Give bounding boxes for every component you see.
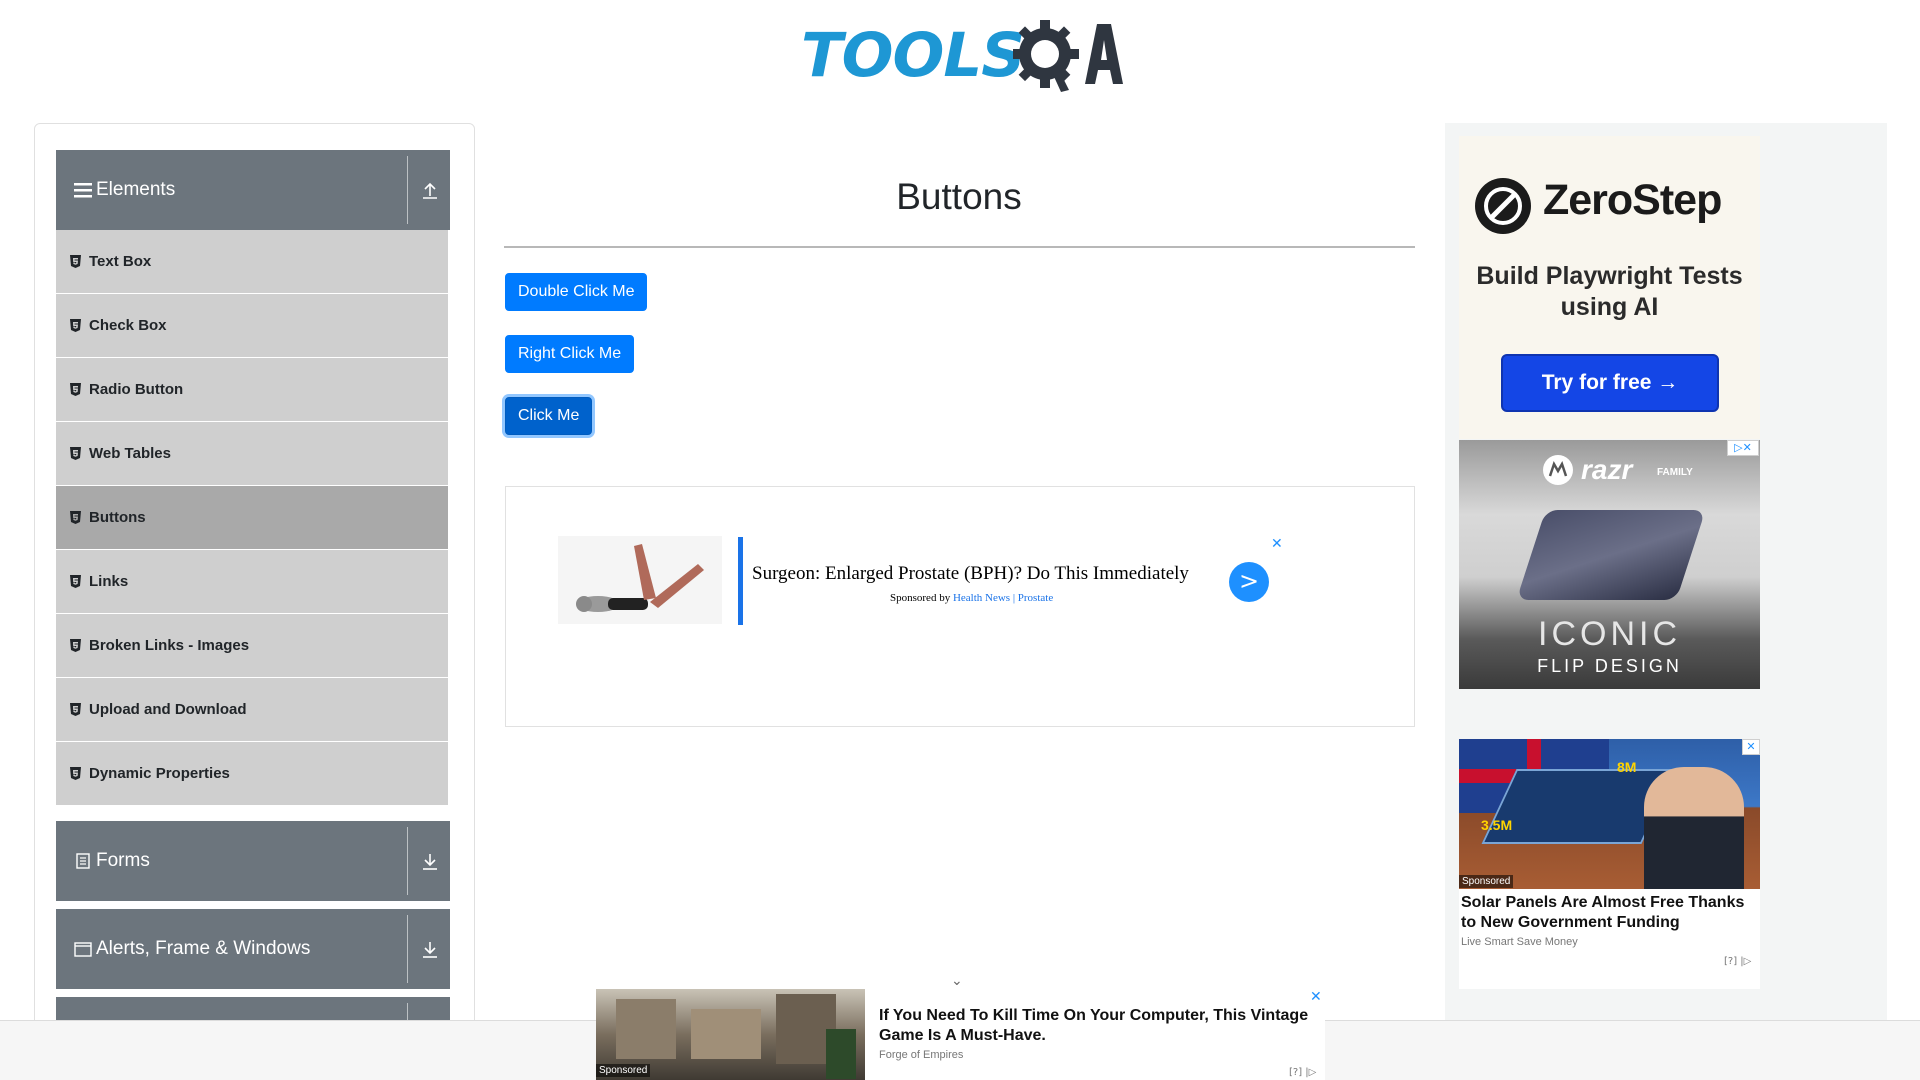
close-icon[interactable]: ✕ <box>1310 989 1322 1005</box>
sidebar-item-label: Dynamic Properties <box>89 765 230 782</box>
motorola-logo-icon <box>1543 455 1573 485</box>
html5-icon <box>70 319 81 332</box>
solar-headline[interactable]: Solar Panels Are Almost Free Thanks to N… <box>1461 893 1757 933</box>
right-click-button[interactable]: Right Click Me <box>505 335 635 373</box>
zerostep-brand: ZeroStep <box>1543 176 1722 224</box>
sidebar-item-upload-download[interactable]: Upload and Download <box>56 678 450 742</box>
toolsqa-logo[interactable]: TOOLS <box>801 14 1123 94</box>
ad-go-button[interactable]: > <box>1229 562 1269 602</box>
adchoices-icon[interactable]: ▷✕ <box>1727 440 1759 456</box>
collapse-up-icon[interactable] <box>421 180 439 200</box>
razr-ad[interactable]: razr FAMILY ICONIC FLIP DESIGN ▷✕ <box>1459 440 1760 689</box>
sidebar-item-label: Radio Button <box>89 381 184 398</box>
sidebar-item-label: Broken Links - Images <box>89 637 250 654</box>
sidebar-item-text-box[interactable]: Text Box <box>56 230 450 294</box>
zerostep-tagline: Build Playwright Tests using AI <box>1476 262 1743 321</box>
window-icon <box>74 942 92 957</box>
html5-icon <box>70 767 81 780</box>
bottom-ad-source: Forge of Empires <box>879 1049 964 1061</box>
sidebar-item-label: Upload and Download <box>89 701 247 718</box>
bottom-ad-headline[interactable]: If You Need To Kill Time On Your Compute… <box>879 1006 1319 1046</box>
zerostep-logo-icon <box>1475 178 1531 234</box>
group-label: Elements <box>96 179 176 200</box>
razr-family: FAMILY <box>1657 467 1693 478</box>
gear-icon <box>1013 20 1123 92</box>
razr-line-2: FLIP DESIGN <box>1537 656 1682 676</box>
sidebar-item-label: Links <box>89 573 129 590</box>
phone-image <box>1516 510 1706 600</box>
bottom-ad-image: Sponsored <box>596 989 865 1080</box>
left-sidebar: Elements Text Box Check Box Radio Button… <box>34 123 475 1080</box>
ad-sponsor-link[interactable]: Health News | Prostate <box>953 592 1053 604</box>
group-label: Alerts, Frame & Windows <box>96 938 311 959</box>
click-me-button[interactable]: Click Me <box>505 397 593 435</box>
try-for-free-button[interactable]: Try for free → <box>1501 354 1719 412</box>
expand-down-icon[interactable] <box>421 851 439 871</box>
speaker-image <box>1644 767 1744 889</box>
elements-menu-list: Text Box Check Box Radio Button Web Tabl… <box>56 230 450 806</box>
double-click-button[interactable]: Double Click Me <box>505 273 648 311</box>
sponsored-tag: Sponsored <box>596 1064 651 1077</box>
sidebar-item-broken-links[interactable]: Broken Links - Images <box>56 614 450 678</box>
solar-label-35m: 3.5M <box>1481 817 1513 833</box>
expand-down-icon[interactable] <box>421 939 439 959</box>
sidebar-item-web-tables[interactable]: Web Tables <box>56 422 450 486</box>
divider <box>407 915 408 983</box>
solar-label-8m: 8M <box>1617 759 1637 775</box>
adchoices-icon[interactable]: [?] |▷ <box>1724 956 1751 967</box>
title-divider <box>504 246 1415 248</box>
group-header-elements[interactable]: Elements <box>56 150 450 230</box>
site-header: TOOLS <box>0 0 1920 110</box>
adchoices-icon[interactable]: [?] |▷ <box>1289 1067 1316 1078</box>
solar-source: Live Smart Save Money <box>1461 936 1578 948</box>
divider <box>407 156 408 224</box>
chevron-down-icon[interactable]: ⌄ <box>951 973 963 989</box>
html5-icon <box>70 447 81 460</box>
html5-icon <box>70 575 81 588</box>
sidebar-item-label: Web Tables <box>89 445 171 462</box>
html5-icon <box>70 255 81 268</box>
logo-text: TOOLS <box>801 20 1025 91</box>
ad-headline[interactable]: Surgeon: Enlarged Prostate (BPH)? Do Thi… <box>752 563 1189 585</box>
ad-close-icon[interactable]: ✕ <box>1271 536 1283 552</box>
sidebar-item-dynamic-properties[interactable]: Dynamic Properties <box>56 742 450 806</box>
form-icon <box>76 853 90 869</box>
sidebar-item-label: Text Box <box>89 253 152 270</box>
razr-line-1: ICONIC <box>1538 615 1681 653</box>
group-header-alerts[interactable]: Alerts, Frame & Windows <box>56 909 450 989</box>
group-header-forms[interactable]: Forms <box>56 821 450 901</box>
solar-ad-image: 8M 3.5M Sponsored ✕ <box>1459 739 1760 889</box>
page-title: Buttons <box>896 176 1022 217</box>
exercise-illustration <box>558 536 722 624</box>
sidebar-item-buttons[interactable]: Buttons <box>56 486 450 550</box>
sidebar-item-label: Buttons <box>89 509 146 526</box>
sidebar-item-links[interactable]: Links <box>56 550 450 614</box>
hamburger-icon <box>74 183 92 198</box>
inline-ad[interactable]: Surgeon: Enlarged Prostate (BPH)? Do Thi… <box>505 486 1415 727</box>
bottom-ad[interactable]: Sponsored If You Need To Kill Time On Yo… <box>596 989 1325 1080</box>
razr-brand: razr <box>1581 454 1633 485</box>
sidebar-item-radio-button[interactable]: Radio Button <box>56 358 450 422</box>
html5-icon <box>70 511 81 524</box>
ad-image <box>558 536 722 624</box>
sidebar-item-check-box[interactable]: Check Box <box>56 294 450 358</box>
ad-accent-bar <box>738 537 743 625</box>
html5-icon <box>70 639 81 652</box>
close-icon[interactable]: ✕ <box>1742 739 1760 755</box>
html5-icon <box>70 703 81 716</box>
html5-icon <box>70 383 81 396</box>
sidebar-item-label: Check Box <box>89 317 167 334</box>
zerostep-ad[interactable]: ZeroStep Build Playwright Tests using AI… <box>1459 136 1760 439</box>
sponsored-tag: Sponsored <box>1459 875 1514 888</box>
group-label: Forms <box>96 850 150 871</box>
divider <box>407 827 408 895</box>
solar-ad[interactable]: 8M 3.5M Sponsored ✕ Solar Panels Are Alm… <box>1459 739 1760 989</box>
ad-sponsored-prefix: Sponsored by <box>890 592 951 604</box>
ad-sponsor-line: Sponsored by Health News | Prostate <box>890 592 1053 604</box>
